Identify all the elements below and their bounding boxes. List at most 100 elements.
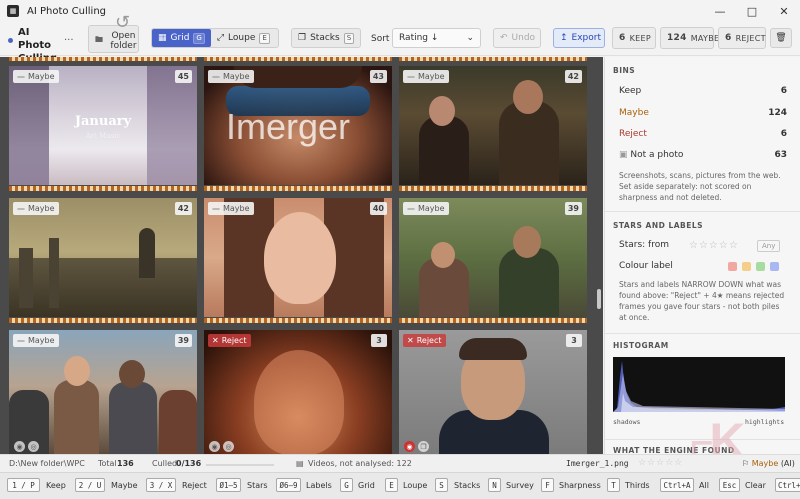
stacks-button[interactable]: ❐ Stacks S <box>291 28 361 48</box>
shortcut-key: 2 / U <box>75 478 105 492</box>
colour-label-red[interactable] <box>728 262 737 271</box>
score-badge: 45 <box>174 70 192 83</box>
photo-tile[interactable]: Imerger — Maybe 43 <box>204 66 392 191</box>
bin-badge[interactable]: ✕ Reject <box>208 334 251 347</box>
bins-note: Screenshots, scans, pictures from the we… <box>619 171 781 202</box>
tab-grid-label: Grid <box>170 33 190 43</box>
bin-badge[interactable]: — Maybe <box>403 70 449 83</box>
total-label: Total <box>98 459 117 468</box>
shortcut-label: Sharpness <box>559 481 601 490</box>
tab-loupe[interactable]: ⤢ Loupe E <box>211 29 276 47</box>
maybe-bin-button[interactable]: 124 MAYBE <box>660 27 719 49</box>
bin-row-reject[interactable]: Reject 6 <box>619 129 787 139</box>
photo-thumbnail <box>9 198 197 317</box>
ai-verdict: ⚐ Maybe (AI) <box>742 459 795 468</box>
window-title: AI Photo Culling <box>27 5 107 17</box>
tile-rating-strip <box>399 318 587 323</box>
bin-badge[interactable]: — Maybe <box>403 202 449 215</box>
grid-scrollbar[interactable] <box>597 289 601 309</box>
keep-bin-button[interactable]: 6 KEEP <box>612 27 656 49</box>
photo-caption-title: January <box>74 114 132 129</box>
photo-tile[interactable]: January Art Music — Maybe 45 <box>9 66 197 191</box>
bin-row-keep[interactable]: Keep 6 <box>619 86 787 96</box>
score-badge: 42 <box>564 70 582 83</box>
photo-thumbnail <box>399 330 587 454</box>
tile-edge <box>9 57 197 61</box>
photo-tile[interactable]: ✕ Reject 3 ◉ ◎ <box>204 330 392 454</box>
camera-icon: ◉ <box>14 441 25 452</box>
stacks-label: Stacks <box>310 33 340 43</box>
tab-grid[interactable]: ▦ Grid G <box>152 29 211 47</box>
histogram-shadows-label: shadows <box>613 418 641 426</box>
reject-bin-button[interactable]: 6 REJECT <box>718 27 766 49</box>
current-rating[interactable]: ☆☆☆☆☆ <box>638 458 683 468</box>
any-stars-button[interactable]: Any <box>757 240 781 252</box>
photo-tile[interactable]: ✕ Reject 3 ◉ ❐ <box>399 330 587 454</box>
score-badge: 43 <box>369 70 387 83</box>
window-controls: — □ ✕ <box>704 0 800 22</box>
sort-value: Rating ↓ <box>399 33 439 43</box>
keep-label: KEEP <box>629 33 651 43</box>
photo-tile[interactable]: — Maybe 39 <box>399 198 587 323</box>
minimize-icon[interactable]: — <box>704 0 736 22</box>
grid-icon: ▦ <box>158 33 167 43</box>
divider <box>605 333 800 334</box>
colour-label-green[interactable] <box>756 262 765 271</box>
export-icon: ↥ <box>560 33 568 43</box>
photo-tile[interactable]: — Maybe 39 ◉ ◎ <box>9 330 197 454</box>
shortcut-key: N <box>488 478 501 492</box>
bin-badge[interactable]: — Maybe <box>208 70 254 83</box>
bin-badge[interactable]: — Maybe <box>13 202 59 215</box>
shortcut-key: Ø1–5 <box>216 478 241 492</box>
open-folder-button[interactable]: ↺ 🖿 Open folder <box>88 14 139 53</box>
project-more-icon[interactable]: ... <box>64 32 74 43</box>
bin-badge[interactable]: — Maybe <box>208 202 254 215</box>
videos-note: Videos, not analysed: 122 <box>308 459 412 468</box>
colour-label-yellow[interactable] <box>742 262 751 271</box>
shortcut-key: S <box>435 478 448 492</box>
colour-label-blue[interactable] <box>770 262 779 271</box>
tile-flags: ◉ ❐ <box>404 441 429 452</box>
score-badge: 3 <box>371 334 387 347</box>
photo-thumbnail <box>399 198 587 317</box>
score-badge: 39 <box>564 202 582 215</box>
score-badge: 42 <box>174 202 192 215</box>
photo-tile[interactable]: — Maybe 42 <box>9 198 197 323</box>
close-icon[interactable]: ✕ <box>768 0 800 22</box>
star-filter[interactable]: ☆☆☆☆☆ <box>689 240 739 251</box>
histogram-highlights-label: highlights <box>745 418 785 426</box>
shortcut-label: Keep <box>46 481 66 490</box>
photo-tile[interactable]: — Maybe 42 <box>399 66 587 191</box>
export-button[interactable]: ↥ Export <box>553 28 605 48</box>
tile-rating-strip <box>204 186 392 191</box>
bin-badge[interactable]: — Maybe <box>13 334 59 347</box>
bin-row-maybe[interactable]: Maybe 124 <box>619 108 787 118</box>
shortcut-key: F <box>541 478 554 492</box>
maximize-icon[interactable]: □ <box>736 0 768 22</box>
divider <box>605 211 800 212</box>
tile-edge <box>204 57 392 61</box>
eye-icon: ◎ <box>28 441 39 452</box>
bin-badge[interactable]: — Maybe <box>13 70 59 83</box>
tile-flags: ◉ ◎ <box>14 441 39 452</box>
shortcut-key: 3 / X <box>146 478 176 492</box>
bin-row-not-a-photo[interactable]: ▣ Not a photo 63 <box>619 150 787 160</box>
photo-tile[interactable]: — Maybe 40 <box>204 198 392 323</box>
open-folder-label: Open folder <box>110 31 137 51</box>
shortcut-key: 1 / P <box>7 478 40 492</box>
side-panel: BINS Keep 6 Maybe 124 Reject 6 ▣ Not a phot… <box>604 57 800 454</box>
score-badge: 3 <box>566 334 582 347</box>
score-badge: 40 <box>369 202 387 215</box>
undo-button[interactable]: ↶ Undo <box>493 28 541 48</box>
toolbar: AI Photo Culling ... ↺ 🖿 Open folder ▦ G… <box>0 14 800 64</box>
shortcut-label: Loupe <box>403 481 428 490</box>
sort-select[interactable]: Rating ↓ ⌄ <box>392 28 481 48</box>
bin-badge[interactable]: ✕ Reject <box>403 334 446 347</box>
export-label: Export <box>571 33 602 43</box>
shortcut-label: Thirds <box>625 481 650 490</box>
histogram-heading: HISTOGRAM <box>613 341 669 350</box>
delete-button[interactable]: 🗑 <box>770 28 792 48</box>
bins-heading: BINS <box>613 66 636 75</box>
grid-shortcut-key: G <box>193 32 205 44</box>
tile-rating-strip <box>9 186 197 191</box>
